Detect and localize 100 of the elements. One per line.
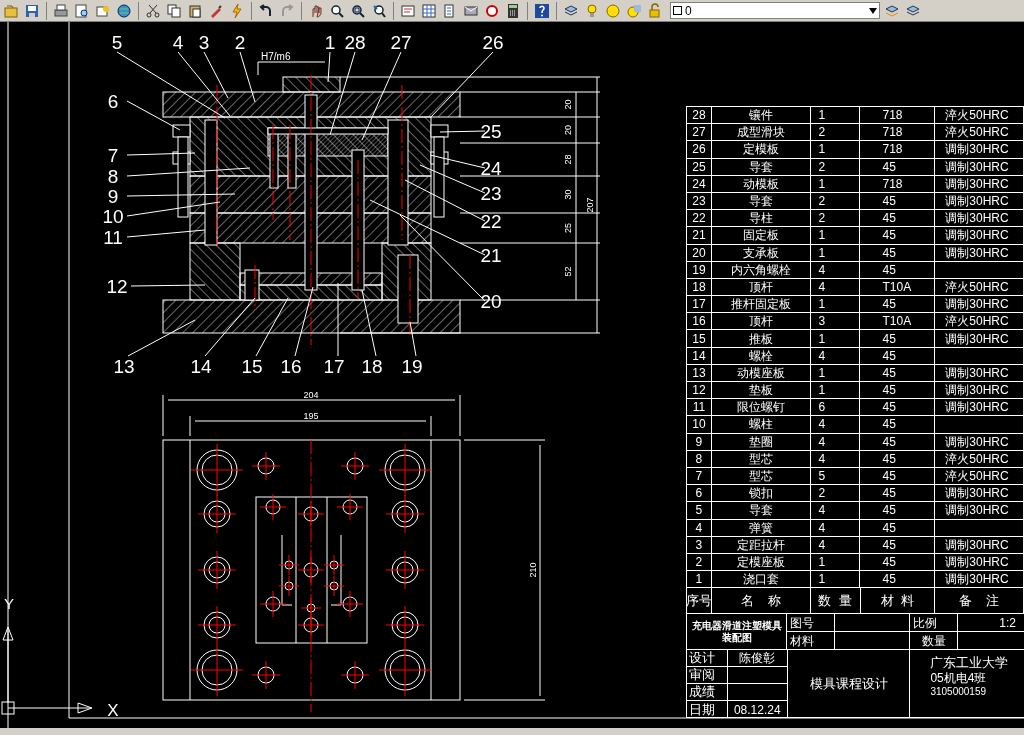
leader-line	[126, 152, 196, 156]
field-label: 比例	[910, 614, 958, 632]
part-name-cell: 定距拉杆	[711, 536, 811, 554]
item-number-cell: 1	[687, 571, 712, 589]
material-cell: 45	[860, 330, 936, 348]
material-cell: T10A	[860, 278, 936, 297]
remark-cell: 淬火50HRC	[935, 313, 1024, 331]
part-name-cell: 定模座板	[711, 553, 811, 572]
zoom-window-icon	[350, 2, 366, 19]
remark-cell: 调制30HRC	[935, 330, 1024, 348]
dimension-text: 20	[563, 99, 573, 110]
material-cell: 45	[860, 244, 936, 262]
material-cell: 45	[860, 296, 936, 314]
remark-cell: 调制30HRC	[935, 175, 1024, 193]
quantity-cell: 1	[810, 107, 861, 125]
item-number-cell: 17	[687, 296, 712, 314]
field-value: 陈俊彰	[738, 650, 777, 666]
layer-dropdown[interactable]: 0	[670, 2, 880, 19]
item-number-cell: 4	[687, 519, 712, 537]
paste-icon	[187, 2, 203, 19]
quantity-cell: 4	[810, 278, 861, 297]
material-cell: 45	[860, 416, 936, 434]
part-number: 4	[172, 32, 184, 53]
part-name-cell: 导套	[711, 502, 811, 520]
material-cell: 45	[860, 192, 936, 211]
part-name-cell: 限位螺钉	[711, 399, 811, 417]
material-cell: 45	[860, 450, 936, 468]
dimension-text: 204	[303, 390, 319, 400]
item-number-cell: 15	[687, 330, 712, 348]
field-label: 数量	[910, 632, 958, 650]
quantity-cell: 2	[810, 124, 861, 142]
part-name-cell: 内六角螺栓	[711, 261, 811, 279]
student-id: 3105000159	[930, 686, 988, 698]
item-number-cell: 22	[687, 210, 712, 228]
item-number-cell: 11	[687, 399, 712, 417]
redo-icon	[279, 2, 295, 19]
column-header: 数 量	[810, 588, 861, 615]
remark-cell: 调制30HRC	[935, 296, 1024, 314]
column-header: 材 料	[860, 588, 936, 615]
material-cell: 45	[860, 519, 936, 537]
undo-icon	[258, 2, 274, 19]
help-button[interactable]	[533, 1, 551, 20]
quantity-cell: 6	[810, 399, 861, 417]
material-cell: 718	[860, 124, 936, 142]
calculator-icon	[505, 2, 521, 19]
quantity-cell: 4	[810, 536, 861, 554]
leader-line	[294, 286, 314, 357]
material-cell: 45	[860, 382, 936, 400]
material-cell: 45	[860, 158, 936, 176]
remark-cell: 调制30HRC	[935, 364, 1024, 382]
part-number: 21	[480, 245, 502, 266]
scissors-icon	[145, 2, 161, 19]
quantity-cell: 1	[810, 296, 861, 314]
part-number: 19	[401, 356, 423, 377]
remark-cell: 淬火50HRC	[935, 450, 1024, 468]
material-cell: 45	[860, 502, 936, 520]
part-name-cell: 成型滑块	[711, 124, 811, 142]
remark-cell: 调制30HRC	[935, 141, 1024, 159]
part-number: 10	[102, 206, 124, 227]
preview-icon	[74, 2, 90, 19]
design-center-button[interactable]	[420, 1, 438, 20]
item-number-cell: 12	[687, 382, 712, 400]
part-name-cell: 导柱	[711, 210, 811, 228]
item-number-cell: 19	[687, 261, 712, 279]
part-number: 2	[234, 32, 246, 53]
material-cell: 45	[860, 210, 936, 228]
remark-cell: 调制30HRC	[935, 485, 1024, 503]
field-value: 08.12.24	[732, 701, 782, 718]
part-name-cell: 推板	[711, 330, 811, 348]
part-number: 26	[482, 32, 504, 53]
leader-line	[239, 51, 256, 103]
item-number-cell: 27	[687, 124, 712, 142]
sun-button[interactable]	[604, 1, 622, 20]
quantity-cell: 1	[810, 382, 861, 400]
leader-line	[429, 51, 494, 119]
item-number-cell: 28	[687, 107, 712, 125]
column-header: 序号	[687, 588, 712, 615]
quantity-cell: 2	[810, 210, 861, 228]
dimension-text: 207	[585, 197, 595, 213]
part-name-cell: 型芯	[711, 450, 811, 468]
material-cell: T10A	[860, 313, 936, 331]
column-header: 名 称	[712, 588, 811, 615]
part-name-cell: 动模座板	[711, 364, 811, 382]
item-number-cell: 3	[687, 536, 712, 554]
globe-button[interactable]	[115, 1, 133, 20]
part-number: 16	[280, 356, 302, 377]
material-cell: 45	[860, 553, 936, 572]
quantity-cell: 5	[810, 467, 861, 486]
scale-value: 1:2	[958, 614, 1024, 632]
item-number-cell: 7	[687, 467, 712, 486]
printer-button[interactable]	[52, 1, 70, 20]
material-cell: 718	[860, 107, 936, 125]
part-number: 14	[190, 356, 212, 377]
preview-button[interactable]	[73, 1, 91, 20]
part-number: 8	[107, 166, 119, 187]
remark-cell: 调制30HRC	[935, 536, 1024, 554]
part-number: 12	[106, 276, 128, 297]
copy-button[interactable]	[165, 1, 183, 20]
part-number: 6	[107, 91, 119, 112]
axis-label: Y	[4, 595, 14, 612]
